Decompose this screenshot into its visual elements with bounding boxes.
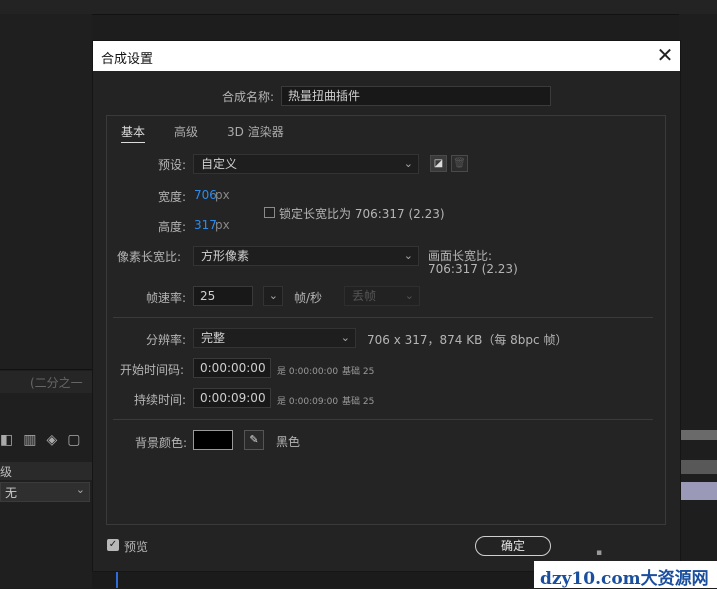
watermark-text: dzy10.com大资源网 [540,569,709,589]
tab-basic[interactable]: 基本 [121,123,146,143]
frame-aspect-value: 706:317 (2.23) [428,262,518,276]
close-icon: ✕ [656,43,674,67]
preset-label: 预设: [158,158,187,172]
dialog-titlebar: 合成设置 ✕ [93,41,680,71]
start-timecode-base: 基础 25 [342,367,375,377]
height-value[interactable]: 317 [194,218,217,232]
lock-aspect-label: 锁定长宽比为 706:317 (2.23) [279,207,445,221]
layer-header-label: 级 [0,465,13,479]
chevron-down-icon: ⌄ [403,157,413,170]
resolution-info: 706 x 317，874 KB（每 8bpc 帧） [367,333,568,347]
eyedropper-button[interactable]: ✎ [244,430,264,450]
timeline-layer-bar[interactable] [679,482,717,500]
viewer-resolution-dropdown[interactable]: (二分之一 [30,374,83,391]
tab-3d-renderer[interactable]: 3D 渲染器 [227,123,284,140]
timeline-track-bar [679,460,717,474]
composition-settings-dialog: 合成设置 ✕ 合成名称: 热量扭曲插件 基本 高级 3D 渲染器 预设: 自定义… [92,40,681,572]
resolution-label: 分辨率: [146,333,187,347]
section-divider [113,419,653,420]
comp-name-input[interactable]: 热量扭曲插件 [281,86,551,106]
bg-color-label: 背景颜色: [135,436,188,450]
comp-name-label: 合成名称: [222,90,275,104]
pixel-aspect-value: 方形像素 [201,249,250,263]
settings-panel: 基本 高级 3D 渲染器 预设: 自定义 ⌄ ◪ 🗑 宽度: 706 px 高度… [106,115,666,525]
start-timecode-label: 开始时间码: [120,363,185,377]
timeline-track-bar [679,430,717,440]
save-preset-button[interactable]: ◪ [430,155,447,172]
pixel-aspect-label: 像素长宽比: [117,250,182,264]
dialog-title: 合成设置 [101,52,154,67]
drop-frame-value: 丢帧 [352,289,377,303]
playhead-line[interactable] [116,572,118,588]
eyedropper-icon: ✎ [249,433,259,446]
layer-toolbar-icons[interactable]: ◧▥◈▢ [0,432,90,448]
preview-checkbox[interactable]: ✓ [107,539,119,551]
chevron-down-icon: ⌄ [403,249,413,262]
width-unit: px [215,188,230,202]
preset-dropdown[interactable]: 自定义 ⌄ [193,154,419,174]
resolution-value: 完整 [201,331,226,345]
duration-label: 持续时间: [134,393,187,407]
right-panel-background [679,14,717,588]
chevron-down-icon: ⌄ [75,483,85,496]
start-timecode-equivalent: 是 0:00:00:00 [277,367,339,377]
tab-advanced[interactable]: 高级 [174,123,198,140]
resize-grip-icon: ▪ [596,548,603,558]
delete-preset-button[interactable]: 🗑 [451,155,468,172]
duration-base: 基础 25 [342,397,375,407]
section-divider [113,317,653,318]
layer-column-header: 级 [0,462,92,480]
watermark: dzy10.com大资源网 [534,561,717,589]
frame-rate-input[interactable]: 25 [193,286,253,306]
blend-mode-value: 无 [5,486,18,500]
frame-rate-label: 帧速率: [146,291,187,305]
bg-color-swatch[interactable] [193,430,233,450]
bg-color-name: 黑色 [276,435,301,449]
height-label: 高度: [158,220,187,234]
drop-frame-dropdown[interactable]: 丢帧 ⌄ [344,286,420,306]
chevron-down-icon: ⌄ [268,289,278,302]
ok-button[interactable]: 确定 [475,536,551,556]
app-top-bar [0,0,717,15]
panel-divider [0,369,92,370]
width-value[interactable]: 706 [194,188,217,202]
pixel-aspect-dropdown[interactable]: 方形像素 ⌄ [193,246,419,266]
preview-label: 预览 [124,540,149,554]
chevron-down-icon: ⌄ [404,289,414,302]
preset-value: 自定义 [201,157,238,171]
resolution-dropdown[interactable]: 完整 ⌄ [193,328,356,348]
checkmark-icon: ✓ [108,539,118,550]
duration-equivalent: 是 0:00:09:00 [277,397,339,407]
width-label: 宽度: [158,190,187,204]
blend-mode-select[interactable]: 无 ⌄ [0,482,90,502]
lock-aspect-checkbox[interactable] [264,207,275,218]
fps-unit-label: 帧/秒 [294,291,323,305]
start-timecode-input[interactable]: 0:00:00:00 [193,358,271,378]
trash-icon: 🗑 [453,158,466,169]
save-preset-icon: ◪ [433,158,444,169]
duration-input[interactable]: 0:00:09:00 [193,388,271,408]
close-button[interactable]: ✕ [655,44,675,66]
chevron-down-icon: ⌄ [340,331,350,344]
height-unit: px [215,218,230,232]
frame-rate-presets-button[interactable]: ⌄ [263,286,283,306]
